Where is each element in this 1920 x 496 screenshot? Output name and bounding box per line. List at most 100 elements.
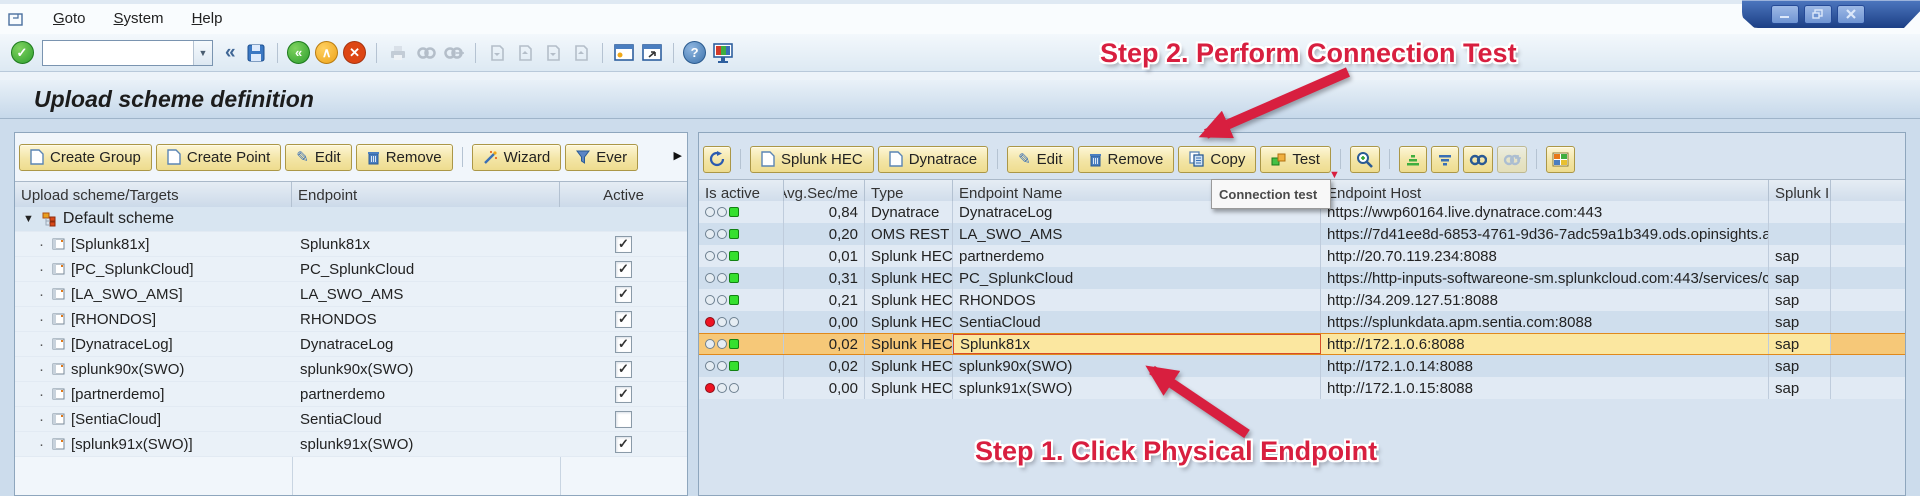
table-row[interactable]: 0,01 Splunk HEC partnerdemo http://20.70…: [699, 245, 1905, 267]
column-header-targets[interactable]: Upload scheme/Targets: [15, 182, 292, 208]
wizard-button[interactable]: Wizard: [472, 144, 562, 171]
tree-row[interactable]: ·[Splunk81x] Splunk81x: [15, 232, 687, 257]
table-row[interactable]: 0,00 Splunk HEC splunk91x(SWO) http://17…: [699, 377, 1905, 399]
notebook-icon: [51, 287, 66, 301]
toolbar-substrip: [0, 72, 1920, 80]
active-checkbox[interactable]: [615, 411, 632, 428]
event-filter-button[interactable]: Ever: [565, 144, 638, 171]
save-icon[interactable]: [244, 41, 268, 65]
command-dropdown-icon[interactable]: ▼: [193, 41, 212, 65]
tree-row[interactable]: ·[PC_SplunkCloud] PC_SplunkCloud: [15, 257, 687, 282]
tree-row[interactable]: ·[partnerdemo] partnerdemo: [15, 382, 687, 407]
window-controls: [1742, 0, 1920, 28]
table-layout-button[interactable]: [1546, 146, 1575, 173]
sort-ascending-button[interactable]: [1399, 146, 1427, 173]
copy-icon: [1189, 151, 1204, 167]
active-checkbox[interactable]: [615, 336, 632, 353]
status-led-icon: [705, 295, 739, 305]
table-row[interactable]: 0,20 OMS REST LA_SWO_AMS https://7d41ee8…: [699, 223, 1905, 245]
minimize-button[interactable]: [1771, 5, 1799, 24]
remove-endpoint-button[interactable]: Remove: [1078, 146, 1175, 173]
create-point-button[interactable]: Create Point: [156, 144, 281, 171]
enter-icon[interactable]: ✓: [10, 41, 34, 65]
create-group-button[interactable]: Create Group: [19, 144, 152, 171]
menu-help[interactable]: Help: [178, 6, 237, 32]
choose-detail-button[interactable]: [1350, 146, 1380, 173]
active-checkbox[interactable]: [615, 386, 632, 403]
back-icon[interactable]: «: [287, 41, 311, 65]
restore-button[interactable]: [1804, 5, 1832, 24]
annotation-step2: Step 2. Perform Connection Test: [1100, 38, 1517, 69]
collapse-toolbar-icon[interactable]: «: [221, 42, 240, 64]
connection-test-tooltip: Connection test: [1211, 179, 1331, 209]
active-checkbox[interactable]: [615, 261, 632, 278]
close-button[interactable]: [1837, 5, 1865, 24]
trash-icon: [1089, 152, 1102, 167]
table-row[interactable]: 0,31 Splunk HEC PC_SplunkCloud https://h…: [699, 267, 1905, 289]
new-session-icon[interactable]: [612, 41, 636, 65]
grid-icon: [1552, 152, 1569, 167]
notebook-icon: [51, 312, 66, 326]
active-checkbox[interactable]: [615, 361, 632, 378]
notebook-icon: [51, 262, 66, 276]
active-checkbox[interactable]: [615, 236, 632, 253]
connection-test-button[interactable]: Test: [1260, 146, 1331, 173]
create-splunk-hec-button[interactable]: Splunk HEC: [750, 146, 874, 173]
first-page-icon-disabled: [485, 41, 509, 65]
edit-endpoint-button[interactable]: ✎ Edit: [1007, 146, 1073, 173]
tooltip-caret-icon: ▼: [1329, 169, 1340, 181]
column-header-active[interactable]: Active: [560, 182, 687, 208]
print-icon[interactable]: [386, 41, 410, 65]
find-button[interactable]: [1463, 146, 1493, 173]
active-checkbox[interactable]: [615, 286, 632, 303]
tree-row[interactable]: ·[splunk91x(SWO)] splunk91x(SWO): [15, 432, 687, 457]
tree-row[interactable]: ·[RHONDOS] RHONDOS: [15, 307, 687, 332]
upload-scheme-panel: Create Group Create Point ✎ Edit Remove …: [14, 132, 688, 496]
command-field-wrap: ▼: [42, 40, 213, 66]
status-led-icon: [705, 207, 739, 217]
sort-desc-icon: [1437, 152, 1453, 167]
toolbar-overflow-icon[interactable]: ▶: [674, 149, 682, 162]
menu-goto[interactable]: Goto: [39, 6, 100, 32]
remove-button[interactable]: Remove: [356, 144, 453, 171]
magnifier-icon: [1356, 151, 1374, 168]
wand-icon: [483, 150, 498, 165]
right-panel-toolbar: Splunk HEC Dynatrace ✎ Edit Remove Copy …: [699, 137, 1905, 181]
help-icon[interactable]: ?: [683, 41, 707, 65]
edit-button[interactable]: ✎ Edit: [285, 144, 351, 171]
cancel-icon[interactable]: ✕: [343, 41, 367, 65]
next-page-icon-disabled: [541, 41, 565, 65]
copy-endpoint-button[interactable]: Copy: [1178, 146, 1256, 173]
tree-row[interactable]: ·[SentiaCloud] SentiaCloud: [15, 407, 687, 432]
table-row[interactable]: 0,21 Splunk HEC RHONDOS http://34.209.12…: [699, 289, 1905, 311]
table-row[interactable]: 0,02 Splunk HEC splunk90x(SWO) http://17…: [699, 355, 1905, 377]
binoculars-plus-icon: [1503, 152, 1521, 167]
expander-icon[interactable]: ▼: [23, 213, 34, 225]
tree-row[interactable]: ·[LA_SWO_AMS] LA_SWO_AMS: [15, 282, 687, 307]
active-checkbox[interactable]: [615, 311, 632, 328]
create-dynatrace-button[interactable]: Dynatrace: [878, 146, 988, 173]
refresh-icon: [709, 151, 725, 167]
find-icon-disabled: [414, 41, 438, 65]
column-header-endpoint[interactable]: Endpoint: [292, 182, 560, 208]
refresh-button[interactable]: [703, 146, 731, 173]
find-next-button[interactable]: [1497, 146, 1527, 173]
tree-row[interactable]: ·[DynatraceLog] DynatraceLog: [15, 332, 687, 357]
active-checkbox[interactable]: [615, 436, 632, 453]
table-row[interactable]: 0,00 Splunk HEC SentiaCloud https://splu…: [699, 311, 1905, 333]
tree-root-row[interactable]: ▼ Default scheme: [15, 207, 687, 232]
test-icon: [1271, 152, 1286, 166]
exit-icon[interactable]: ∧: [315, 41, 339, 65]
command-input[interactable]: [43, 43, 193, 63]
scheme-icon: [42, 212, 58, 227]
trash-icon: [367, 150, 380, 165]
status-led-icon: [705, 339, 739, 349]
table-row-selected[interactable]: 0,02 Splunk HEC Splunk81x http://172.1.0…: [699, 333, 1905, 355]
system-menu-icon[interactable]: [8, 12, 25, 27]
customize-layout-icon[interactable]: [711, 41, 735, 65]
tree-row[interactable]: ·splunk90x(SWO) splunk90x(SWO): [15, 357, 687, 382]
shortcut-icon[interactable]: [640, 41, 664, 65]
notebook-icon: [51, 437, 66, 451]
menu-system[interactable]: System: [100, 6, 178, 32]
sort-descending-button[interactable]: [1431, 146, 1459, 173]
